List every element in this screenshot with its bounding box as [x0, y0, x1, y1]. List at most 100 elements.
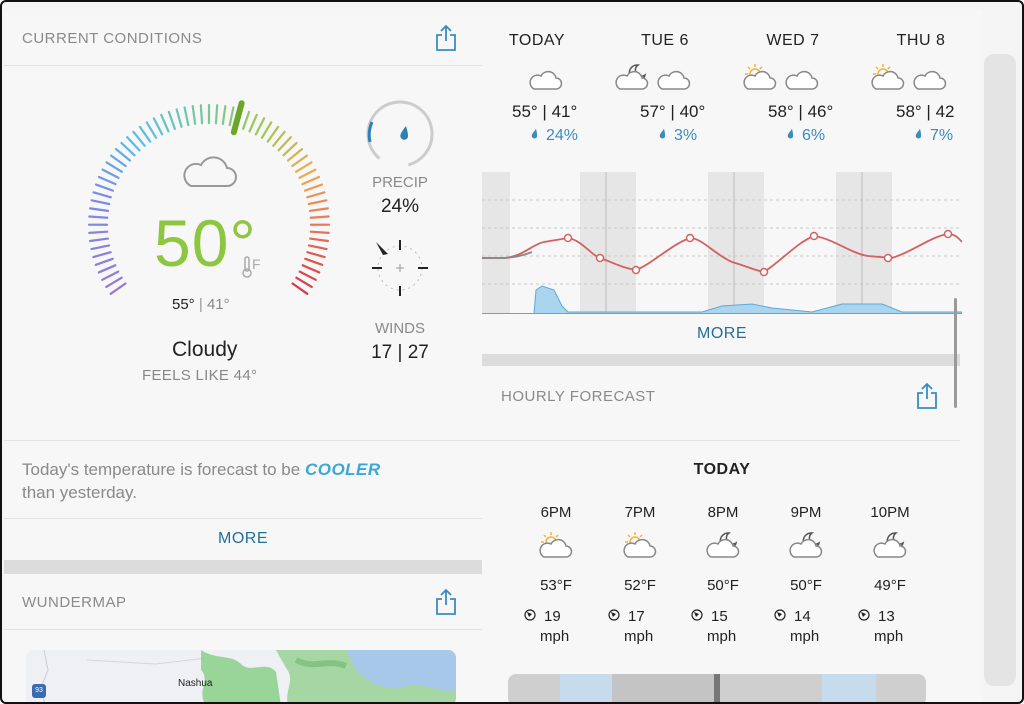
gauge-tick [101, 270, 120, 281]
wind-direction-icon [524, 609, 536, 621]
forecast-chart[interactable] [482, 172, 962, 314]
forecast-day-name: THU 8 [896, 32, 946, 49]
partly-cloudy-day-icon [743, 64, 777, 90]
forecast-day-temps: 57° | 40° [640, 102, 706, 121]
forecast-day[interactable]: TUE 6 [610, 32, 720, 50]
current-conditions-title: CURRENT CONDITIONS [22, 30, 203, 47]
gauge-tick [214, 104, 219, 125]
share-icon[interactable] [434, 24, 458, 52]
hourly-wind-unit: mph [790, 628, 820, 645]
gauge-tick [291, 154, 309, 168]
forecast-day-precip-value: 7% [930, 127, 954, 144]
gauge-tick [92, 191, 112, 199]
map-place-label: Nashua [178, 678, 213, 689]
hourly-wind-speed: 15 [711, 608, 728, 625]
gauge-tick [167, 110, 176, 130]
gauge-tick [266, 125, 280, 143]
hourly-day-label: TODAY [693, 461, 751, 478]
left-column: CURRENT CONDITIONS 50° F 55° | 41° Cloud… [4, 10, 482, 702]
wundermap-header: WUNDERMAP [4, 574, 482, 630]
gauge-tick [291, 282, 309, 295]
forecast-day[interactable]: THU 8 [866, 32, 976, 50]
timeline-segment [822, 674, 876, 702]
forecast-day-precip-value: 6% [802, 127, 826, 144]
share-icon[interactable] [915, 382, 939, 410]
gauge-tick [282, 141, 298, 157]
night-band [482, 172, 510, 314]
forecast-day-precip: 3% [658, 127, 697, 145]
hourly-item[interactable]: 7PM 52°F 17 mph [600, 504, 680, 649]
scrollbar-track[interactable] [984, 54, 1016, 686]
temperature-unit: F [252, 256, 261, 272]
gauge-tick [309, 215, 330, 219]
gauge-tick [301, 264, 321, 274]
forecast-day-temps: 58° | 46° [768, 102, 834, 121]
gauge-tick [295, 276, 313, 289]
partly-cloudy-day-icon [539, 532, 573, 558]
gauge-tick [286, 148, 304, 162]
gauge-tick [298, 270, 317, 281]
forecast-day[interactable]: WED 7 [738, 32, 848, 50]
partly-cloudy-night-icon [615, 64, 649, 90]
gauge-tick [88, 215, 109, 219]
gauge-tick [294, 161, 313, 173]
partly-cloudy-night-icon [873, 532, 907, 558]
wundermap-map[interactable]: Nashua 93 [26, 650, 456, 702]
forecast-day[interactable]: TODAY [482, 32, 592, 50]
hourly-wind-speed: 13 [878, 608, 895, 625]
condition-text: Cloudy [172, 338, 238, 361]
wind-direction-icon [774, 609, 786, 621]
gauge-current-marker [230, 100, 245, 136]
hourly-temperature: 49°F [874, 577, 906, 594]
gauge-tick [306, 191, 326, 199]
gauge-tick [301, 175, 321, 186]
high-temp: 55° [172, 296, 195, 313]
timeline-marker [714, 674, 720, 702]
gauge-tick [132, 130, 146, 147]
precip-value: 24% [380, 196, 420, 217]
hourly-wind-speed: 14 [794, 608, 811, 625]
gauge-tick [304, 257, 324, 266]
gauge-tick [303, 183, 324, 192]
partly-cloudy-day-icon [871, 64, 905, 90]
forecast-more-link[interactable]: MORE [482, 325, 962, 343]
night-band [708, 172, 764, 314]
scrollbar-thumb[interactable] [954, 298, 957, 408]
radar-overlay [26, 650, 456, 702]
summary-highlight: COOLER [304, 460, 381, 479]
gauge-tick [90, 244, 111, 251]
temperature-point [685, 233, 695, 243]
hourly-item[interactable]: 10PM 49°F 13 mph [850, 504, 930, 649]
low-temp: 41° [206, 296, 230, 313]
gauge-tick [306, 251, 326, 259]
hourly-timeline-bar[interactable] [508, 674, 926, 702]
gauge-tick [105, 276, 123, 289]
gauge-tick [126, 136, 141, 152]
hourly-time: 7PM [624, 504, 656, 521]
gauge-tick [175, 108, 183, 128]
hourly-temperature: 50°F [707, 577, 739, 594]
gauge-tick [109, 154, 127, 168]
hourly-temperature: 50°F [790, 577, 822, 594]
hourly-item[interactable]: 9PM 50°F 14 mph [766, 504, 846, 649]
current-more-link[interactable]: MORE [4, 530, 482, 548]
forecast-day-name: TODAY [508, 32, 566, 49]
gauge-tick [277, 136, 292, 152]
hourly-item[interactable]: 8PM 50°F 15 mph [683, 504, 763, 649]
forecast-day-precip: 24% [530, 127, 578, 145]
gauge-tick [199, 104, 204, 125]
gauge-tick [221, 105, 227, 126]
divider [482, 440, 960, 441]
gauge-tick [308, 207, 329, 212]
gauge-tick [307, 244, 328, 251]
raindrop-icon [787, 129, 793, 139]
gauge-tick [105, 161, 124, 173]
hourly-item[interactable]: 6PM 53°F 19 mph [516, 504, 596, 649]
partly-cloudy-day-icon [623, 532, 657, 558]
gauge-tick [307, 199, 328, 206]
divider [4, 440, 482, 441]
gauge-tick [94, 183, 115, 192]
gauge-tick [272, 130, 286, 147]
hourly-wind: 17 [608, 608, 645, 625]
share-icon[interactable] [434, 588, 458, 616]
